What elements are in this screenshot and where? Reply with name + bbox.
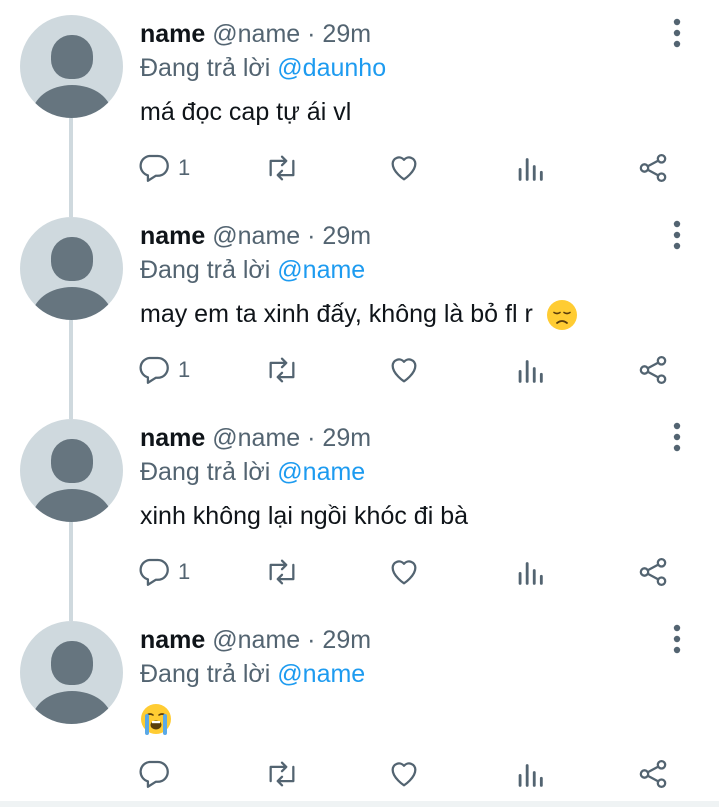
avatar[interactable] [20,15,123,118]
tweet[interactable]: name @name · 29m Đang trả lời @name xinh… [0,404,719,606]
like-button[interactable] [387,350,421,390]
replying-to-label: Đang trả lời [140,256,271,284]
like-button[interactable] [387,552,421,592]
replying-to-label: Đang trả lời [140,458,271,486]
replying-to: Đang trả lời @name [140,658,365,690]
tweet[interactable]: name @name · 29m Đang trả lời @daunho má… [0,0,719,202]
analytics-icon [518,158,543,181]
replying-to: Đang trả lời @name [140,254,365,286]
reply-button[interactable]: 1 [138,552,190,592]
mention-link[interactable]: @daunho [277,54,386,82]
retweet-icon [269,761,295,787]
action-bar: 1 [0,148,719,188]
heart-icon [391,762,417,787]
action-bar: 1 [0,350,719,390]
share-button[interactable] [636,552,670,592]
retweet-button[interactable] [263,350,301,390]
display-name[interactable]: name [140,222,205,250]
retweet-icon [269,357,295,383]
avatar[interactable] [20,217,123,320]
tweet-header: name @name · 29m [140,624,371,656]
share-icon [639,153,667,183]
separator-dot: · [307,626,316,654]
more-vertical-icon[interactable] [664,422,690,452]
user-handle[interactable]: @name [212,20,300,48]
action-bar [0,754,719,794]
share-button[interactable] [636,754,670,794]
tweet-text-line: may em ta xinh đấy, không là bỏ fl r [140,297,578,331]
reply-icon [139,760,169,788]
loudly-crying-face-emoji [141,704,171,736]
reply-button[interactable]: 1 [138,350,190,390]
timestamp[interactable]: 29m [322,20,371,48]
tweet[interactable]: name @name · 29m Đang trả lời @name may … [0,202,719,404]
more-vertical-icon[interactable] [664,18,690,48]
avatar[interactable] [20,419,123,522]
reply-count: 1 [178,357,191,382]
heart-icon [391,560,417,585]
share-button[interactable] [636,148,670,188]
like-button[interactable] [387,754,421,794]
tweet-text-line [140,701,172,736]
analytics-icon [518,764,543,787]
reply-icon [139,356,169,384]
display-name[interactable]: name [140,424,205,452]
mention-link[interactable]: @name [277,256,365,284]
disappointed-face-emoji [546,300,577,331]
action-bar: 1 [0,552,719,592]
display-name[interactable]: name [140,20,205,48]
analytics-icon [518,360,543,383]
avatar[interactable] [20,621,123,724]
analytics-button[interactable] [513,350,547,390]
replying-to: Đang trả lời @name [140,456,365,488]
share-button[interactable] [636,350,670,390]
heart-icon [391,156,417,181]
retweet-icon [269,559,295,585]
separator-dot: · [307,20,316,48]
timestamp[interactable]: 29m [322,626,371,654]
reply-icon [139,558,169,586]
bottom-divider [0,801,719,807]
tweet-text: xinh không lại ngồi khóc đi bà [140,502,469,530]
share-icon [639,557,667,587]
reply-button[interactable] [138,754,178,794]
share-icon [639,355,667,385]
analytics-button[interactable] [513,148,547,188]
retweet-button[interactable] [263,754,301,794]
retweet-button[interactable] [263,148,301,188]
mention-link[interactable]: @name [277,660,365,688]
separator-dot: · [307,424,316,452]
reply-button[interactable]: 1 [138,148,190,188]
replying-to-label: Đang trả lời [140,660,271,688]
like-button[interactable] [387,148,421,188]
tweet[interactable]: name @name · 29m Đang trả lời @name [0,606,719,808]
tweet-header: name @name · 29m [140,422,371,454]
tweet-header: name @name · 29m [140,18,371,50]
replying-to-label: Đang trả lời [140,54,271,82]
timestamp[interactable]: 29m [322,222,371,250]
retweet-icon [269,155,295,181]
timestamp[interactable]: 29m [322,424,371,452]
analytics-button[interactable] [513,552,547,592]
analytics-button[interactable] [513,754,547,794]
reply-icon [139,154,169,182]
analytics-icon [518,562,543,585]
tweet-text: má đọc cap tự ái vl [140,98,352,126]
more-vertical-icon[interactable] [664,624,690,654]
mention-link[interactable]: @name [277,458,365,486]
tweet-text: may em ta xinh đấy, không là bỏ fl r [140,300,533,328]
tweet-header: name @name · 29m [140,220,371,252]
reply-count: 1 [178,559,191,584]
user-handle[interactable]: @name [212,222,300,250]
display-name[interactable]: name [140,626,205,654]
user-handle[interactable]: @name [212,424,300,452]
share-icon [639,759,667,789]
separator-dot: · [307,222,316,250]
replying-to: Đang trả lời @daunho [140,52,386,84]
heart-icon [391,358,417,383]
reply-count: 1 [178,155,191,180]
user-handle[interactable]: @name [212,626,300,654]
more-vertical-icon[interactable] [664,220,690,250]
retweet-button[interactable] [263,552,301,592]
